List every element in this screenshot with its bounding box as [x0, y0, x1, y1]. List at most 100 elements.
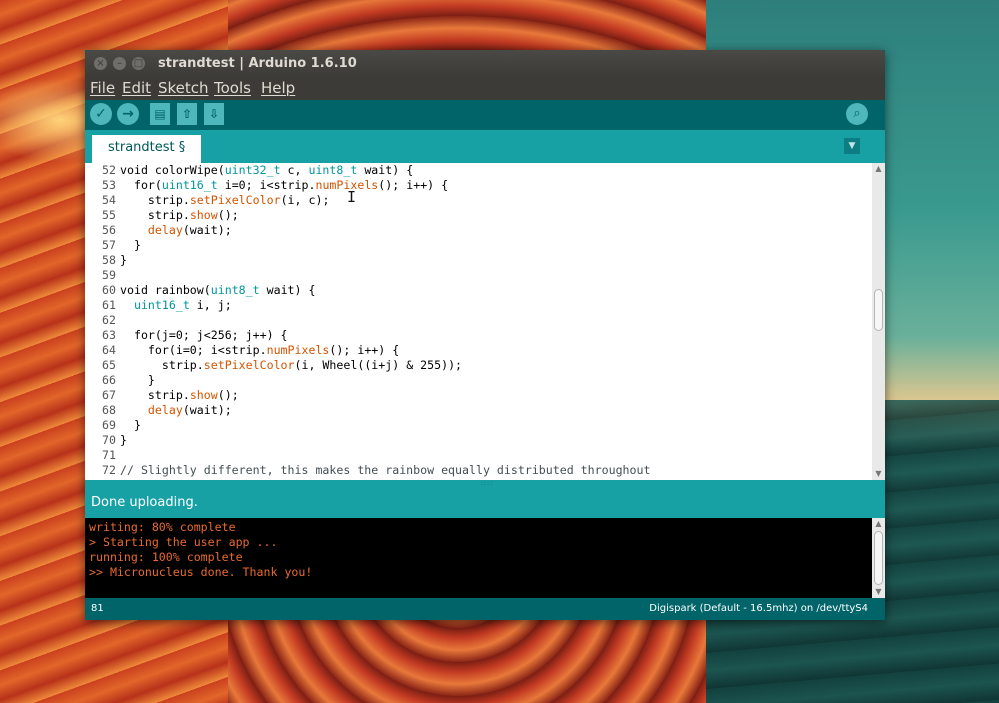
editor-scrollbar[interactable]: ▲ ▼ [872, 163, 885, 480]
tab-menu-button[interactable]: ▼ [844, 138, 860, 154]
line-number: 61 [102, 298, 116, 312]
code-line: 62 [85, 313, 871, 328]
line-number: 55 [102, 208, 116, 222]
triangle-down-icon: ▼ [848, 141, 856, 151]
code-token: strip. [120, 193, 190, 207]
code-line: 69 } [85, 418, 871, 433]
code-line: 54 strip.setPixelColor(i, c); [85, 193, 871, 208]
code-line: 65 strip.setPixelColor(i, Wheel((i+j) & … [85, 358, 871, 373]
line-number: 71 [102, 448, 116, 462]
code-token: } [120, 253, 127, 267]
code-token: c, [280, 163, 309, 177]
line-number: 57 [102, 238, 116, 252]
current-line-number: 81 [91, 603, 104, 614]
code-lines: 52 void colorWipe(uint32_t c, uint8_t wai… [85, 163, 871, 480]
code-token: strip. [120, 208, 190, 222]
scroll-up-icon[interactable]: ▲ [872, 163, 885, 175]
code-line: 59 [85, 268, 871, 283]
code-token: (); i++) { [329, 343, 400, 357]
toolbar: ✓ → ▤ ⇧ ⇩ ⌕ [85, 100, 885, 130]
line-number: 54 [102, 193, 116, 207]
menu-sketch[interactable]: Sketch [158, 79, 209, 97]
menu-help[interactable]: Help [261, 79, 295, 97]
code-token: void colorWipe( [120, 163, 225, 177]
console-line: running: 100% complete [89, 550, 243, 564]
magnifier-icon: ⌕ [853, 106, 861, 121]
code-token: uint8_t [210, 283, 260, 297]
line-number: 62 [102, 313, 116, 327]
menu-bar: File Edit Sketch Tools Help [85, 77, 885, 100]
menu-file[interactable]: File [90, 79, 115, 97]
code-token: (wait); [182, 403, 232, 417]
code-line: 58} [85, 253, 871, 268]
code-token: (wait); [182, 223, 232, 237]
code-line: 64 for(i=0; i<strip.numPixels(); i++) { [85, 343, 871, 358]
console-scrollbar[interactable]: ▲ ▼ [872, 518, 885, 598]
code-token: delay [147, 403, 183, 417]
code-token: } [120, 373, 155, 387]
arduino-ide-window: × – □ strandtest | Arduino 1.6.10 File E… [85, 50, 885, 620]
line-number: 58 [102, 253, 116, 267]
code-token: wait) { [259, 283, 316, 297]
code-line: 66 } [85, 373, 871, 388]
line-number: 52 [102, 163, 116, 177]
line-number: 64 [102, 343, 116, 357]
code-line: 72 // Slightly different, this makes the … [85, 463, 871, 478]
code-line: 55 strip.show(); [85, 208, 871, 223]
maximize-window-button[interactable]: □ [132, 57, 145, 70]
window-title: strandtest | Arduino 1.6.10 [158, 56, 357, 71]
code-token: (); [217, 388, 239, 402]
code-token: setPixelColor [203, 358, 295, 372]
code-token: for( [120, 178, 162, 192]
code-line: 52 void colorWipe(uint32_t c, uint8_t wai… [85, 163, 871, 178]
new-sketch-button[interactable]: ▤ [150, 103, 170, 125]
console-line: writing: 80% complete [89, 520, 236, 534]
console-scroll-down-icon[interactable]: ▼ [872, 586, 885, 598]
line-number: 66 [102, 373, 116, 387]
console-line: > Starting the user app ... [89, 535, 278, 549]
code-line: 61 uint16_t i, j; [85, 298, 871, 313]
code-token: setPixelColor [189, 193, 281, 207]
code-line: 60 void rainbow(uint8_t wait) { [85, 283, 871, 298]
open-sketch-button[interactable]: ⇧ [177, 103, 197, 125]
console-scroll-up-icon[interactable]: ▲ [872, 518, 885, 530]
save-sketch-button[interactable]: ⇩ [204, 103, 224, 125]
code-token: void rainbow( [120, 283, 211, 297]
code-token: uint32_t [224, 163, 281, 177]
code-token: } [120, 238, 141, 252]
checkmark-icon: ✓ [95, 106, 107, 122]
title-bar[interactable]: × – □ strandtest | Arduino 1.6.10 [85, 50, 885, 77]
new-file-icon: ▤ [154, 107, 166, 121]
board-port-info: Digispark (Default - 16.5mhz) on /dev/tt… [649, 603, 868, 614]
code-token: i, j; [189, 298, 232, 312]
code-line: 63 for(j=0; j<256; j++) { [85, 328, 871, 343]
minimize-window-button[interactable]: – [113, 57, 126, 70]
console-lines: writing: 80% complete > Starting the user… [89, 520, 869, 580]
line-number: 53 [102, 178, 116, 192]
console-output[interactable]: writing: 80% complete > Starting the user… [85, 518, 885, 598]
code-editor[interactable]: 52 void colorWipe(uint32_t c, uint8_t wai… [85, 163, 885, 480]
serial-monitor-button[interactable]: ⌕ [846, 103, 868, 125]
code-token: strip. [120, 358, 204, 372]
editor-scroll-thumb[interactable] [874, 289, 883, 331]
code-line: 67 strip.show(); [85, 388, 871, 403]
code-token: } [120, 433, 127, 447]
tab-strandtest[interactable]: strandtest § [92, 135, 202, 163]
upload-button[interactable]: → [117, 103, 139, 125]
arrow-right-icon: → [122, 106, 134, 122]
code-token: (); i++) { [378, 178, 449, 192]
code-token: delay [147, 223, 183, 237]
line-number: 72 [102, 463, 116, 477]
code-token: for(j=0; j<256; j++) { [120, 328, 288, 342]
menu-edit[interactable]: Edit [122, 79, 151, 97]
verify-button[interactable]: ✓ [90, 103, 112, 125]
console-scroll-thumb[interactable] [874, 531, 883, 585]
code-line: 70} [85, 433, 871, 448]
code-token: (i, c); [280, 193, 330, 207]
scroll-down-icon[interactable]: ▼ [872, 468, 885, 480]
close-window-button[interactable]: × [94, 57, 107, 70]
arrow-down-icon: ⇩ [208, 107, 220, 121]
menu-tools[interactable]: Tools [214, 79, 251, 97]
code-line: 53 for(uint16_t i=0; i<strip.numPixels()… [85, 178, 871, 193]
